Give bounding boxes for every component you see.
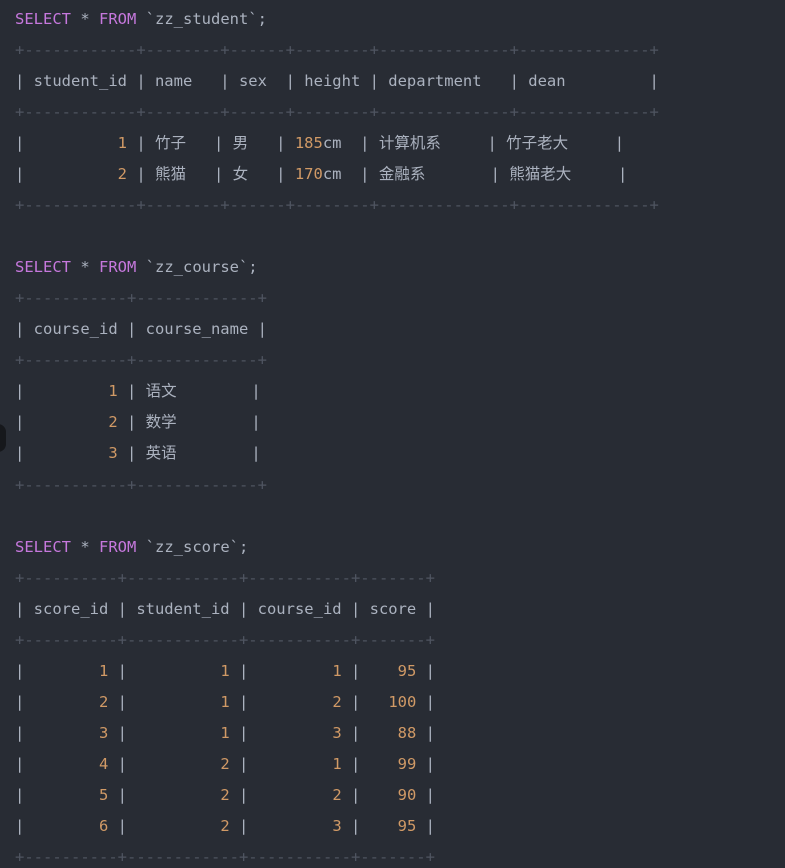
score-id-value: 3 [99, 724, 109, 742]
score-row: | 2 | 1 | 2 | 100 | [15, 693, 436, 711]
score-row: | 4 | 2 | 1 | 99 | [15, 755, 436, 773]
score-table-border-bottom: +----------+------------+-----------+---… [15, 848, 435, 866]
height-value: 170 [294, 165, 323, 183]
score-value: 88 [397, 724, 417, 742]
course-table-border-bottom: +-----------+-------------+ [15, 476, 267, 494]
course-id-value: 1 [108, 382, 118, 400]
course-id-value: 1 [332, 662, 342, 680]
score-row: | 6 | 2 | 3 | 95 | [15, 817, 436, 835]
table-name: `zz_score`; [136, 538, 249, 556]
score-table-border-mid: +----------+------------+-----------+---… [15, 631, 435, 649]
score-table-header: | score_id | student_id | course_id | sc… [15, 600, 435, 618]
star: * [71, 10, 99, 28]
score-value: 100 [388, 693, 417, 711]
course-id-value: 1 [332, 755, 342, 773]
score-id-value: 5 [99, 786, 109, 804]
table-name: `zz_course`; [136, 258, 258, 276]
student-id-value: 1 [220, 693, 230, 711]
query-course: SELECT * FROM `zz_course`; [15, 257, 258, 277]
score-value: 95 [397, 817, 417, 835]
student-id-value: 1 [220, 662, 230, 680]
score-value: 95 [397, 662, 417, 680]
score-id-value: 1 [99, 662, 109, 680]
course-table-border-top: +-----------+-------------+ [15, 289, 267, 307]
score-id-value: 6 [99, 817, 109, 835]
course-id-value: 3 [332, 817, 342, 835]
score-value: 99 [397, 755, 417, 773]
height-value: 185 [294, 134, 323, 152]
keyword-select: SELECT [15, 258, 71, 276]
score-row: | 3 | 1 | 3 | 88 | [15, 724, 436, 742]
student-id-value: 2 [220, 786, 230, 804]
keyword-from: FROM [99, 258, 137, 276]
course-table-border-mid: +-----------+-------------+ [15, 351, 267, 369]
student-id-value: 1 [220, 724, 230, 742]
star: * [71, 538, 99, 556]
star: * [71, 258, 99, 276]
student-row: | 1 | 竹子 | 男 | 185cm | 计算机系 | 竹子老大 | [15, 134, 625, 152]
keyword-select: SELECT [15, 10, 71, 28]
student-id-value: 2 [117, 165, 127, 183]
course-id-value: 2 [108, 413, 118, 431]
score-table-border-top: +----------+------------+-----------+---… [15, 569, 435, 587]
course-id-value: 3 [332, 724, 342, 742]
score-value: 90 [397, 786, 417, 804]
course-id-value: 2 [332, 693, 342, 711]
student-id-value: 2 [220, 817, 230, 835]
query-student: SELECT * FROM `zz_student`; [15, 9, 267, 29]
keyword-from: FROM [99, 10, 137, 28]
student-row: | 2 | 熊猫 | 女 | 170cm | 金融系 | 熊猫老大 | [15, 165, 628, 183]
side-handle[interactable] [0, 424, 6, 452]
course-row: | 1 | 语文 | [15, 382, 261, 400]
score-id-value: 2 [99, 693, 109, 711]
table-name: `zz_student`; [136, 10, 267, 28]
score-row: | 5 | 2 | 2 | 90 | [15, 786, 436, 804]
student-table-header: | student_id | name | sex | height | dep… [15, 72, 659, 90]
student-table-border-mid: +------------+--------+------+--------+-… [15, 103, 659, 121]
keyword-select: SELECT [15, 538, 71, 556]
keyword-from: FROM [99, 538, 137, 556]
course-id-value: 3 [108, 444, 118, 462]
course-row: | 3 | 英语 | [15, 444, 261, 462]
student-id-value: 1 [117, 134, 127, 152]
student-table-border-top: +------------+--------+------+--------+-… [15, 41, 659, 59]
score-row: | 1 | 1 | 1 | 95 | [15, 662, 436, 680]
sql-code-block: SELECT * FROM `zz_student`; +-----------… [0, 0, 785, 868]
student-table-border-bottom: +------------+--------+------+--------+-… [15, 196, 659, 214]
student-id-value: 2 [220, 755, 230, 773]
course-row: | 2 | 数学 | [15, 413, 261, 431]
score-id-value: 4 [99, 755, 109, 773]
query-score: SELECT * FROM `zz_score`; [15, 537, 248, 557]
course-id-value: 2 [332, 786, 342, 804]
course-table-header: | course_id | course_name | [15, 320, 267, 338]
